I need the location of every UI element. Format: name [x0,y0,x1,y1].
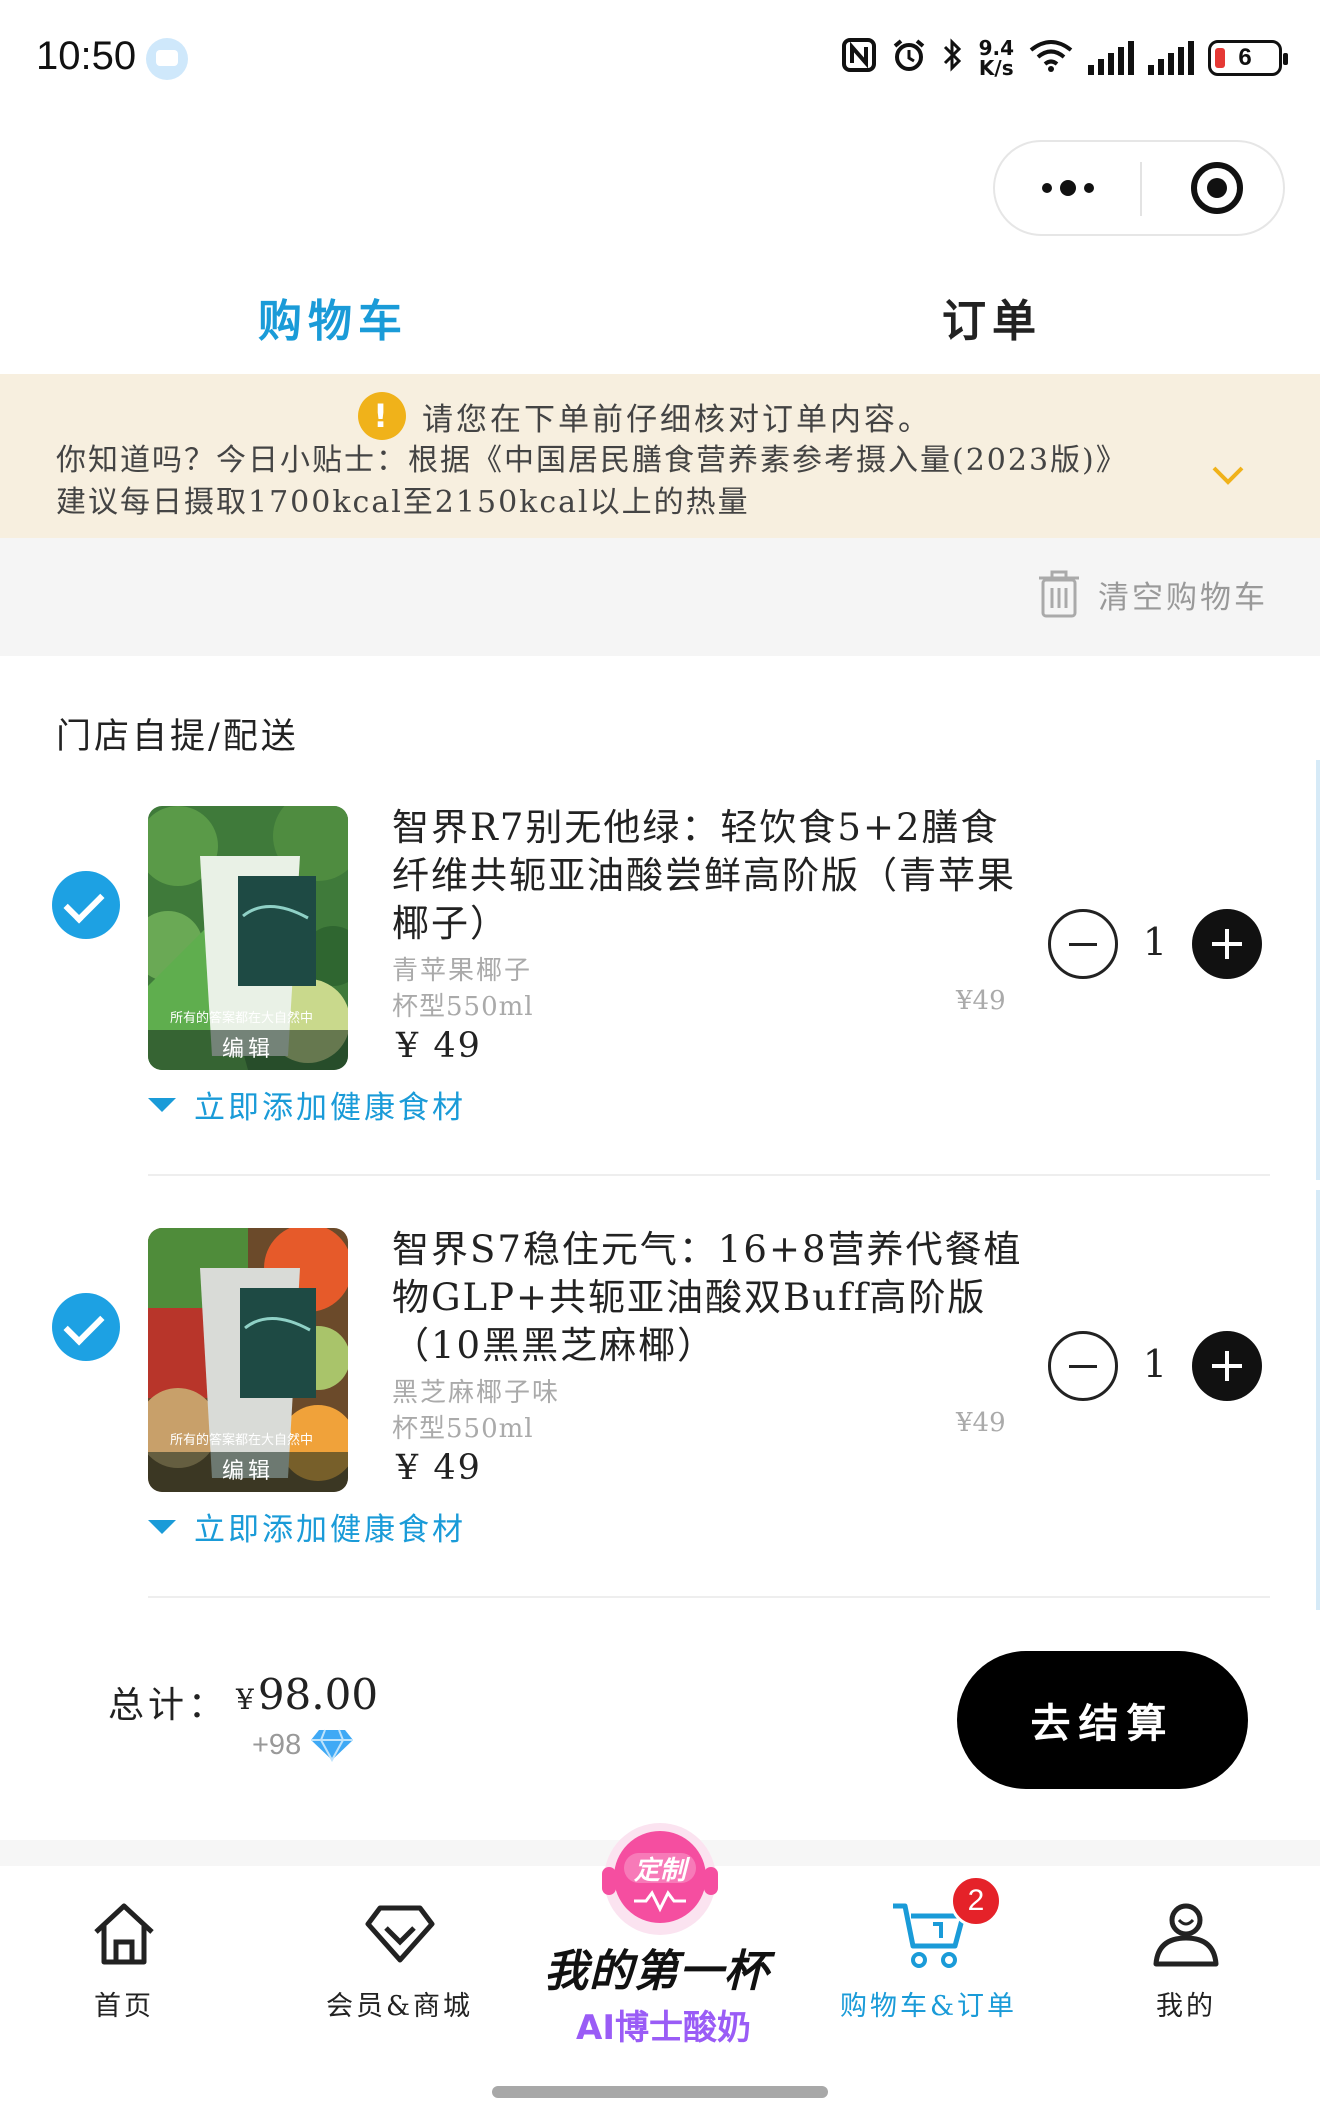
item-quantity: 1 [1142,920,1168,964]
increase-quantity-button[interactable] [1192,1331,1262,1401]
tab-cart[interactable]: 购物车 [258,285,408,349]
add-ingredient-label: 立即添加健康食材 [194,1512,466,1548]
status-bar: 10:50 9.4 K/s 6 [0,0,1320,115]
center-title[interactable]: 我的第一杯 [544,1935,769,1999]
bluetooth-icon [941,37,965,80]
triangle-down-icon [148,1097,176,1112]
item-price: ¥ 49 [396,1026,482,1066]
decrease-quantity-button[interactable] [1048,909,1118,979]
signal-icon-1 [1088,41,1134,75]
item-checkbox[interactable] [52,1293,120,1361]
status-icons: 9.4 K/s 6 [841,34,1288,82]
message-notification-icon [146,38,188,80]
status-time: 10:50 [36,34,137,78]
item-unit-price: ¥49 [956,1408,1006,1438]
product-image[interactable]: 所有的答案都在大自然中 编辑 [148,1228,348,1492]
nav-label: 首页 [94,1991,154,2022]
add-ingredient-label: 立即添加健康食材 [194,1090,466,1126]
item-quantity: 1 [1142,1342,1168,1386]
notice-warning-text: 请您在下单前仔细核对订单内容。 [422,401,932,438]
diamond-icon [365,1905,435,1963]
nav-item-profile[interactable]: 我的 [1150,1898,1222,2023]
item-unit-price: ¥49 [956,986,1006,1016]
points-earned: +98 [252,1728,355,1762]
battery-indicator: 6 [1208,40,1288,76]
increase-quantity-button[interactable] [1192,909,1262,979]
triangle-down-icon [148,1519,176,1534]
section-title: 门店自提/配送 [56,717,299,757]
notice-tip-text: 你知道吗？今日小贴士：根据《中国居民膳食营养素参考摄入量(2023版)》建议每日… [56,443,1128,520]
nav-item-membership[interactable]: 会员&商城 [326,1898,473,2023]
checkout-button[interactable]: 去结算 [957,1651,1248,1789]
item-variant: 青苹果椰子 [392,956,533,986]
product-image-caption: 所有的答案都在大自然中 [170,1011,314,1026]
order-notice-banner: ! 请您在下单前仔细核对订单内容。 你知道吗？今日小贴士：根据《中国居民膳食营养… [0,374,1320,538]
item-variant: 黑芝麻椰子味 [392,1378,561,1408]
scroll-edge [1316,1190,1320,1610]
total-amount: ¥98.00 [236,1670,379,1719]
nav-label: 我的 [1156,1991,1216,2022]
item-title: 智界R7别无他绿：轻饮食5+2膳食纤维共轭亚油酸尝鲜高阶版（青苹果椰子） [392,806,1016,945]
decrease-quantity-button[interactable] [1048,1331,1118,1401]
item-separator [148,1174,1270,1176]
center-subtitle[interactable]: AI博士酸奶 [576,2000,751,2049]
chevron-down-icon[interactable] [1210,458,1246,494]
notice-warning-row: ! 请您在下单前仔细核对订单内容。 [358,392,932,440]
clear-cart-bar: 清空购物车 [0,538,1320,656]
custom-cup-button[interactable]: 定制 [590,1815,730,1940]
nav-label: 会员&商城 [326,1991,474,2022]
robot-mascot-icon: 定制 [602,1823,718,1935]
total-label: 总计： [108,1685,229,1726]
warning-icon: ! [358,392,406,440]
user-icon [1153,1903,1219,1967]
item-cup-size: 杯型550ml [392,992,534,1022]
edit-product-button[interactable]: 编辑 [148,1452,348,1492]
item-cup-size: 杯型550ml [392,1414,534,1444]
more-menu-button[interactable] [995,142,1140,234]
alarm-icon [891,37,927,80]
clear-cart-label: 清空购物车 [1098,579,1268,616]
add-ingredient-link[interactable]: 立即添加健康食材 [148,1082,466,1127]
home-indicator[interactable] [492,2086,828,2098]
home-icon [94,1903,154,1965]
item-price: ¥ 49 [396,1448,482,1488]
edit-product-button[interactable]: 编辑 [148,1030,348,1070]
nfc-icon [841,37,877,80]
trash-icon [1039,570,1079,618]
cart-count-badge: 2 [950,1875,1002,1927]
product-image[interactable]: 所有的答案都在大自然中 编辑 [148,806,348,1070]
item-checkbox[interactable] [52,871,120,939]
network-speed: 9.4 K/s [978,36,1014,80]
custom-badge-text: 定制 [633,1856,691,1886]
mini-program-capsule [993,140,1285,236]
scroll-edge [1316,760,1320,1180]
item-title: 智界S7稳住元气：16+8营养代餐植物GLP+共轭亚油酸双Buff高阶版（10黑… [392,1228,1023,1367]
signal-icon-2 [1148,41,1194,75]
clear-cart-button[interactable]: 清空购物车 [1034,568,1268,620]
nav-item-home[interactable]: 首页 [88,1898,160,2023]
nav-label: 购物车&订单 [840,1991,1018,2022]
points-value: +98 [252,1728,302,1761]
close-mini-program-button[interactable] [1191,162,1243,214]
wifi-icon [1028,37,1074,80]
product-image-caption: 所有的答案都在大自然中 [170,1433,314,1448]
capsule-divider [1140,162,1142,216]
item-separator [148,1596,1270,1598]
gem-icon [311,1729,354,1762]
add-ingredient-link[interactable]: 立即添加健康食材 [148,1504,466,1549]
tab-orders[interactable]: 订单 [942,285,1042,349]
